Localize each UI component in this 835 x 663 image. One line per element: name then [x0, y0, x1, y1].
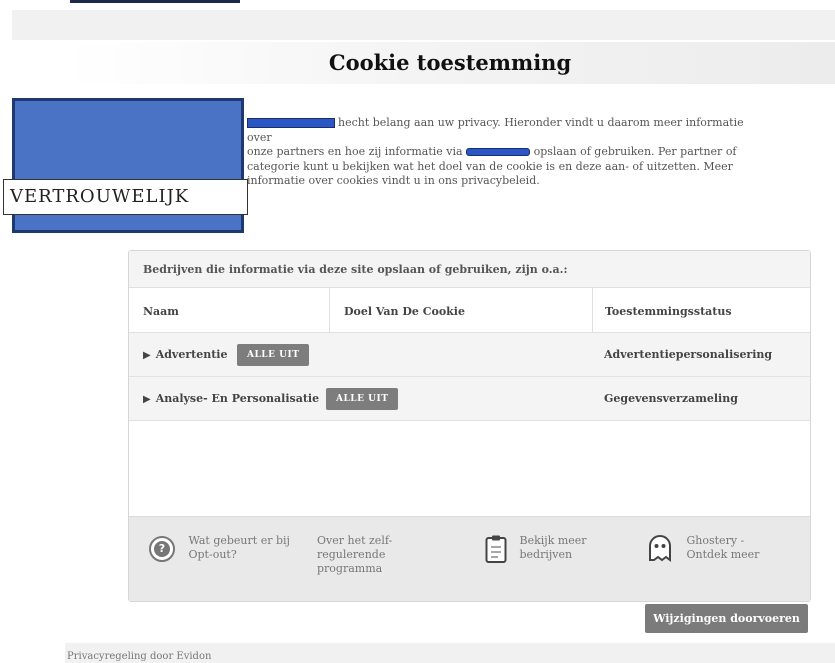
more-line2: bedrijven [519, 548, 573, 561]
ghostery-line1: Ghostery - [686, 534, 745, 547]
row-status: Advertentiepersonalisering [604, 348, 773, 361]
privacy-footer: Privacyregeling door Evidon [65, 643, 835, 663]
ghostery-link[interactable]: Ghostery - Ontdek meer [647, 534, 759, 562]
row-label: Analyse- En Personalisatie [155, 392, 320, 405]
question-glyph: ? [154, 541, 170, 557]
all-off-button[interactable]: ALLE UIT [326, 388, 399, 410]
column-header-name: Naam [129, 288, 329, 333]
optout-link[interactable]: ? Wat gebeurt er bij Opt-out? [149, 534, 290, 562]
privacy-by-evidon-link[interactable]: Privacyregeling door Evidon [67, 651, 211, 662]
intro-part4: categorie kunt u bekijken wat het doel v… [247, 159, 733, 173]
program-line3: programma [317, 562, 383, 575]
cropped-heading-ink [70, 0, 240, 3]
ghostery-text[interactable]: Ghostery - Ontdek meer [687, 534, 760, 562]
confidential-label: VERTROUWELIJK [3, 179, 248, 215]
optout-line1: Wat gebeurt er bij [188, 534, 290, 547]
more-companies-text[interactable]: Bekijk meer bedrijven [520, 534, 587, 562]
ghostery-line2: Ontdek meer [686, 548, 760, 561]
intro-part3: opslaan of gebruiken. Per partner of [533, 145, 737, 158]
program-line2: regulerende [317, 548, 386, 561]
optout-text[interactable]: Wat gebeurt er bij Opt-out? [189, 534, 290, 562]
optout-line2: Opt-out? [188, 548, 237, 561]
more-line1: Bekijk meer [519, 534, 587, 547]
row-name[interactable]: ▶ Advertentie [143, 348, 227, 361]
self-regulation-link[interactable]: Over het zelf- regulerende programma [317, 534, 397, 576]
expand-arrow-icon[interactable]: ▶ [143, 350, 151, 361]
column-header-purpose: Doel Van De Cookie [329, 288, 592, 333]
top-edge [0, 0, 835, 6]
row-name[interactable]: ▶ Analyse- En Personalisatie [143, 392, 319, 405]
intro-part2: onze partners en hoe zij informatie via [247, 145, 463, 158]
top-bar [12, 10, 835, 40]
panel-footer: ? Wat gebeurt er bij Opt-out? Over het ze… [129, 516, 810, 601]
redaction-block [466, 148, 531, 156]
page-title: Cookie toestemming [328, 50, 572, 75]
question-icon: ? [149, 536, 175, 562]
table-row[interactable]: ▶ Advertentie ALLE UIT Advertentiepersona… [129, 333, 810, 377]
table-row[interactable]: ▶ Analyse- En Personalisatie ALLE UIT Geg… [129, 377, 810, 421]
column-header-status: Toestemmingsstatus [592, 288, 810, 333]
intro-part5: informatie over cookies vindt u in ons p… [247, 174, 540, 187]
redaction-block [247, 118, 335, 128]
panel-heading: Bedrijven die informatie via deze site o… [129, 251, 810, 288]
row-label: Advertentie [155, 348, 228, 361]
expand-arrow-icon[interactable]: ▶ [143, 394, 151, 405]
all-off-button[interactable]: ALLE UIT [237, 344, 310, 366]
row-status: Gegevensverzameling [604, 392, 738, 405]
program-line1: Over het zelf- [317, 534, 393, 547]
more-companies-link[interactable]: Bekijk meer bedrijven [485, 534, 587, 564]
ghost-icon [649, 535, 671, 562]
apply-changes-button[interactable]: Wijzigingen doorvoeren [645, 604, 808, 633]
clipboard-icon [485, 535, 507, 563]
partners-panel: Bedrijven die informatie via deze site o… [128, 250, 811, 602]
dialog-header: Cookie toestemming [65, 42, 835, 84]
intro-text: hecht belang aan uw privacy. Hieronder v… [247, 116, 767, 189]
